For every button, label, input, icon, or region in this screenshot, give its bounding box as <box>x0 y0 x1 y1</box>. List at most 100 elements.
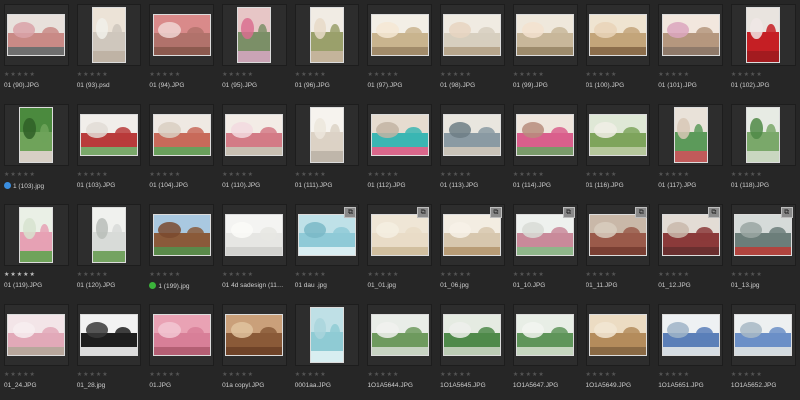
star-rating[interactable]: ★★★★★ <box>440 271 505 279</box>
thumbnail-frame[interactable] <box>367 4 433 66</box>
thumbnail-cell[interactable]: ★★★★★ 01 (113).JPG <box>436 100 509 200</box>
thumbnail-frame[interactable] <box>222 204 287 266</box>
thumbnail-cell[interactable]: ⧉ ★★★★★ 01 dau .jpg <box>291 200 364 300</box>
thumbnail-cell[interactable]: ★★★★★ 01 (101).JPG <box>654 0 727 100</box>
thumbnail-image[interactable] <box>370 114 429 156</box>
thumbnail-cell[interactable]: ★★★★★ 01 (90).JPG <box>0 0 73 100</box>
star-rating[interactable]: ★★★★★ <box>4 171 69 179</box>
thumbnail-frame[interactable] <box>367 104 433 166</box>
thumbnail-cell[interactable]: ★★★★★ 01 (103).JPG <box>73 100 146 200</box>
thumbnail-image[interactable] <box>225 314 284 356</box>
stack-badge-icon[interactable]: ⧉ <box>635 207 648 218</box>
star-rating[interactable]: ★★★★★ <box>731 71 796 79</box>
thumbnail-frame[interactable] <box>512 4 578 66</box>
star-rating[interactable]: ★★★★★ <box>513 171 578 179</box>
thumbnail-image[interactable] <box>370 214 429 256</box>
thumbnail-image[interactable] <box>588 214 647 256</box>
thumbnail-frame[interactable] <box>294 104 360 166</box>
thumbnail-image[interactable] <box>310 7 345 63</box>
star-rating[interactable]: ★★★★★ <box>586 71 651 79</box>
thumbnail-frame[interactable] <box>440 304 505 366</box>
star-rating[interactable]: ★★★★★ <box>658 171 723 179</box>
thumbnail-frame[interactable] <box>585 104 651 166</box>
thumbnail-cell[interactable]: ★★★★★ 01_24.JPG <box>0 300 73 400</box>
thumbnail-frame[interactable] <box>658 104 723 166</box>
star-rating[interactable]: ★★★★★ <box>586 371 651 379</box>
thumbnail-image[interactable] <box>443 114 502 156</box>
thumbnail-image[interactable] <box>92 207 127 263</box>
thumbnail-image[interactable] <box>310 107 345 163</box>
thumbnail-frame[interactable] <box>76 4 142 66</box>
thumbnail-cell[interactable]: ★★★★★ 01 (96).JPG <box>291 0 364 100</box>
thumbnail-cell[interactable]: ⧉ ★★★★★ 01_11.JPG <box>582 200 655 300</box>
thumbnail-image[interactable] <box>588 14 647 56</box>
thumbnail-image[interactable] <box>19 107 54 163</box>
thumbnail-image[interactable] <box>746 107 781 163</box>
thumbnail-cell[interactable]: ★★★★★ 1O1A5645.JPG <box>436 300 509 400</box>
thumbnail-frame[interactable] <box>222 4 287 66</box>
thumbnail-frame[interactable] <box>4 4 69 66</box>
thumbnail-image[interactable] <box>443 214 502 256</box>
thumbnail-frame[interactable] <box>76 304 142 366</box>
thumbnail-image[interactable] <box>19 207 54 263</box>
thumbnail-image[interactable] <box>152 214 211 256</box>
thumbnail-image[interactable] <box>298 214 357 256</box>
thumbnail-frame[interactable] <box>658 304 723 366</box>
star-rating[interactable]: ★★★★★ <box>513 71 578 79</box>
thumbnail-frame[interactable] <box>585 304 651 366</box>
thumbnail-cell[interactable]: ★★★★★ 1O1A5644.JPG <box>363 300 436 400</box>
thumbnail-cell[interactable]: ★★★★★ 01 (119).JPG <box>0 200 73 300</box>
star-rating[interactable]: ★★★★★ <box>513 271 578 279</box>
star-rating[interactable]: ★★★★★ <box>4 371 69 379</box>
thumbnail-image[interactable] <box>516 214 575 256</box>
star-rating[interactable]: ★★★★★ <box>295 271 360 279</box>
thumbnail-image[interactable] <box>92 7 127 63</box>
thumbnail-frame[interactable] <box>294 4 360 66</box>
star-rating[interactable]: ★★★★★ <box>4 71 69 79</box>
star-rating[interactable]: ★★★★★ <box>658 71 723 79</box>
thumbnail-cell[interactable]: ★★★★★ 01 (93).psd <box>73 0 146 100</box>
thumbnail-cell[interactable]: ★★★★★ 1O1A5651.JPG <box>654 300 727 400</box>
thumbnail-frame[interactable] <box>149 304 215 366</box>
thumbnail-image[interactable] <box>588 114 647 156</box>
thumbnail-frame[interactable]: ⧉ <box>440 204 505 266</box>
thumbnail-image[interactable] <box>152 14 211 56</box>
thumbnail-image[interactable] <box>516 114 575 156</box>
thumbnail-frame[interactable] <box>222 104 287 166</box>
thumbnail-image[interactable] <box>661 314 720 356</box>
thumbnail-frame[interactable] <box>512 304 578 366</box>
thumbnail-image[interactable] <box>734 314 793 356</box>
thumbnail-cell[interactable]: ★★★★★ 0001aa.JPG <box>291 300 364 400</box>
thumbnail-image[interactable] <box>516 14 575 56</box>
thumbnail-cell[interactable]: ★★★★★ 01 (111).JPG <box>291 100 364 200</box>
thumbnail-image[interactable] <box>80 114 139 156</box>
thumbnail-cell[interactable]: ⧉ ★★★★★ 01_12.JPG <box>654 200 727 300</box>
thumbnail-cell[interactable]: ★★★★★ 01 (98).JPG <box>436 0 509 100</box>
thumbnail-cell[interactable]: ⧉ ★★★★★ 01_01.jpg <box>363 200 436 300</box>
thumbnail-image[interactable] <box>152 314 211 356</box>
thumbnail-cell[interactable]: ⧉ ★★★★★ 01_13.jpg <box>727 200 800 300</box>
thumbnail-frame[interactable] <box>76 104 142 166</box>
thumbnail-cell[interactable]: ★★★★★ 01 (100).JPG <box>582 0 655 100</box>
thumbnail-frame[interactable] <box>585 4 651 66</box>
star-rating[interactable]: ★★★★★ <box>77 371 142 379</box>
star-rating[interactable]: ★★★★★ <box>222 171 287 179</box>
star-rating[interactable]: ★★★★★ <box>222 271 287 279</box>
thumbnail-frame[interactable] <box>222 304 287 366</box>
thumbnail-frame[interactable] <box>730 304 796 366</box>
thumbnail-cell[interactable]: ★★★★★ 1O1A5649.JPG <box>582 300 655 400</box>
stack-badge-icon[interactable]: ⧉ <box>562 207 575 218</box>
star-rating[interactable]: ★★★★★ <box>222 71 287 79</box>
thumbnail-image[interactable] <box>7 14 66 56</box>
thumbnail-cell[interactable]: ★★★★★ 01.JPG <box>145 300 218 400</box>
thumbnail-frame[interactable] <box>149 204 215 266</box>
thumbnail-image[interactable] <box>310 307 345 363</box>
thumbnail-frame[interactable] <box>730 104 796 166</box>
star-rating[interactable]: ★★★★★ <box>731 271 796 279</box>
thumbnail-cell[interactable]: ★★★★★ 01 (116).JPG <box>582 100 655 200</box>
thumbnail-frame[interactable] <box>4 204 69 266</box>
thumbnail-cell[interactable]: ★★★★★ 01a copyl.JPG <box>218 300 291 400</box>
thumbnail-image[interactable] <box>152 114 211 156</box>
thumbnail-cell[interactable]: ★★★★★ 1 (103).jpg <box>0 100 73 200</box>
thumbnail-cell[interactable]: ⧉ ★★★★★ 01_10.JPG <box>509 200 582 300</box>
